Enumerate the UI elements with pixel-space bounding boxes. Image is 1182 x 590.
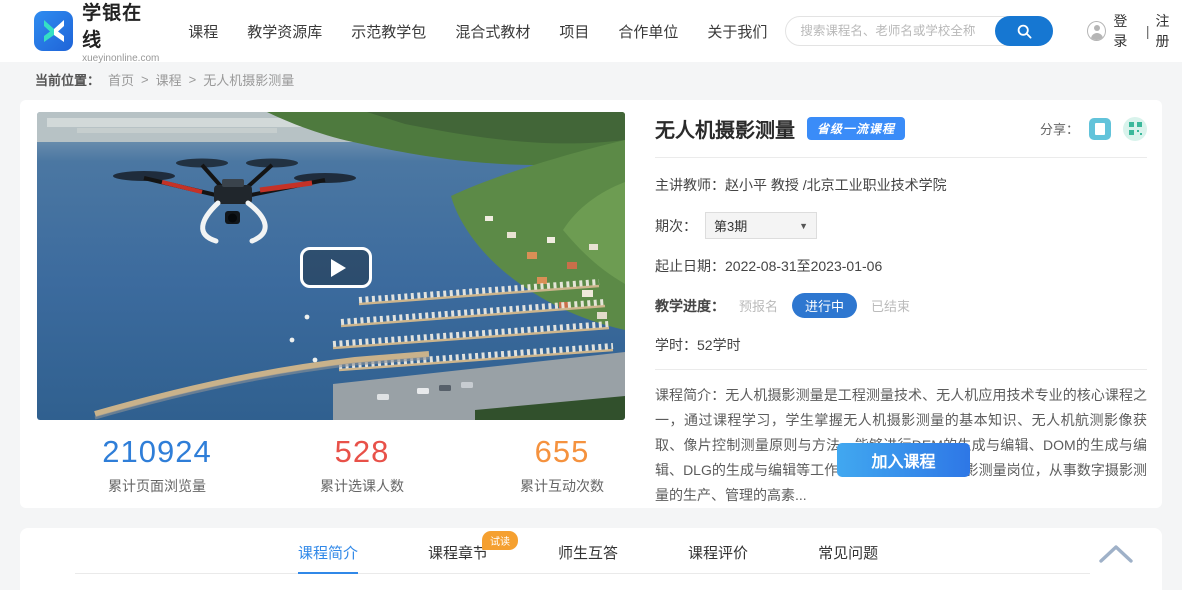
breadcrumb-separator: > (141, 72, 149, 87)
term-select[interactable]: 第3期 ▼ (705, 212, 817, 239)
progress-label: 教学进度： (655, 296, 725, 316)
tab-3[interactable]: 课程评价 (688, 542, 748, 563)
breadcrumb-courses[interactable]: 课程 (156, 70, 182, 89)
course-tabs: 课程简介 课程章节 试读 师生互答 课程评价 常见问题 (298, 542, 878, 563)
intro-divider (655, 369, 1147, 370)
progress-state-2: 已结束 (871, 296, 910, 315)
progress-state-1: 进行中 (792, 293, 857, 318)
course-level-badge: 省级一流课程 (807, 117, 905, 140)
breadcrumb-label: 当前位置： (35, 70, 100, 89)
register-link[interactable]: 注册 (1156, 11, 1182, 51)
stat-page-views: 210924 累计页面浏览量 (47, 434, 267, 496)
nav-item-resource-library[interactable]: 教学资源库 (247, 21, 322, 42)
play-icon (331, 259, 346, 277)
term-selected-value: 第3期 (714, 216, 747, 235)
site-logo[interactable]: 学银在线 xueyinonline.com (34, 0, 160, 64)
course-card: 无人机摄影测量 省级一流课程 分享： 主讲教师： 赵小平 教 (20, 100, 1162, 508)
teacher-row: 主讲教师： 赵小平 教授 /北京工业职业技术学院 (655, 175, 1147, 195)
auth-area: 登录 | 注册 (1087, 11, 1182, 51)
search-icon (1017, 24, 1032, 39)
date-row: 起止日期： 2022-08-31至2023-01-06 (655, 256, 1147, 276)
stat-interactions: 655 累计互动次数 (452, 434, 672, 496)
logo-domain: xueyinonline.com (82, 53, 160, 64)
stats-row: 210924 累计页面浏览量 528 累计选课人数 655 累计互动次数 加入课… (37, 434, 1147, 498)
breadcrumb-home[interactable]: 首页 (108, 70, 134, 89)
nav-item-blended-textbooks[interactable]: 混合式教材 (455, 21, 530, 42)
tab-2[interactable]: 师生互答 (558, 542, 618, 563)
nav-item-partners[interactable]: 合作单位 (618, 21, 678, 42)
chevron-up-icon (1098, 542, 1134, 564)
join-course-button[interactable]: 加入课程 (837, 443, 970, 477)
search-bar (785, 16, 1053, 46)
stat-label-2: 累计互动次数 (452, 476, 672, 496)
share-label: 分享： (1040, 119, 1079, 138)
logo-title: 学银在线 (82, 0, 160, 52)
top-navigation-bar: 学银在线 xueyinonline.com 课程 教学资源库 示范教学包 混合式… (0, 0, 1182, 62)
auth-divider: | (1146, 23, 1150, 39)
nav-item-demo-packages[interactable]: 示范教学包 (351, 21, 426, 42)
nav-item-courses[interactable]: 课程 (188, 21, 218, 42)
date-value: 2022-08-31至2023-01-06 (725, 256, 882, 276)
tabs-divider (75, 573, 1090, 574)
teacher-label: 主讲教师： (655, 175, 725, 195)
hours-value: 52学时 (697, 335, 741, 355)
breadcrumb-current: 无人机摄影测量 (203, 70, 294, 89)
progress-state-0: 预报名 (739, 296, 778, 315)
search-button[interactable] (995, 16, 1053, 46)
course-video-thumbnail[interactable] (37, 112, 625, 420)
breadcrumb-separator: > (189, 72, 197, 87)
term-row: 期次： 第3期 ▼ (655, 212, 1147, 239)
stat-label-0: 累计页面浏览量 (47, 476, 267, 496)
back-to-top-button[interactable] (1098, 542, 1134, 569)
course-tabs-card: 课程简介 课程章节 试读 师生互答 课程评价 常见问题 (20, 528, 1162, 590)
avatar-icon[interactable] (1087, 21, 1106, 41)
tab-4[interactable]: 常见问题 (818, 542, 878, 563)
share-doc-icon[interactable] (1089, 118, 1111, 140)
stat-label-1: 累计选课人数 (252, 476, 472, 496)
stat-value-1: 528 (252, 434, 472, 470)
tab-1-label: 课程章节 (428, 545, 488, 562)
progress-row: 教学进度： 预报名 进行中 已结束 (655, 293, 1147, 318)
logo-x-icon (34, 11, 73, 51)
teacher-value: 赵小平 教授 /北京工业职业技术学院 (725, 175, 947, 195)
hours-label: 学时： (655, 335, 697, 355)
play-button[interactable] (300, 247, 372, 288)
trial-badge: 试读 (482, 531, 518, 550)
main-nav: 课程 教学资源库 示范教学包 混合式教材 项目 合作单位 关于我们 (188, 21, 767, 42)
nav-item-projects[interactable]: 项目 (559, 21, 589, 42)
login-link[interactable]: 登录 (1113, 11, 1139, 51)
title-divider (655, 157, 1147, 158)
course-title: 无人机摄影测量 (655, 114, 795, 143)
tab-1[interactable]: 课程章节 试读 (428, 542, 488, 563)
hours-row: 学时： 52学时 (655, 335, 1147, 355)
stat-enrolled: 528 累计选课人数 (252, 434, 472, 496)
active-tab-indicator (298, 572, 358, 574)
stat-value-2: 655 (452, 434, 672, 470)
term-label: 期次： (655, 216, 697, 236)
date-label: 起止日期： (655, 256, 725, 276)
share-qrcode-icon[interactable] (1123, 117, 1147, 141)
dropdown-caret-icon: ▼ (799, 221, 808, 231)
stat-value-0: 210924 (47, 434, 267, 470)
breadcrumb: 当前位置： 首页 > 课程 > 无人机摄影测量 (0, 62, 1182, 96)
tab-0[interactable]: 课程简介 (298, 542, 358, 563)
nav-item-about-us[interactable]: 关于我们 (707, 21, 767, 42)
intro-label: 课程简介： (655, 387, 725, 403)
